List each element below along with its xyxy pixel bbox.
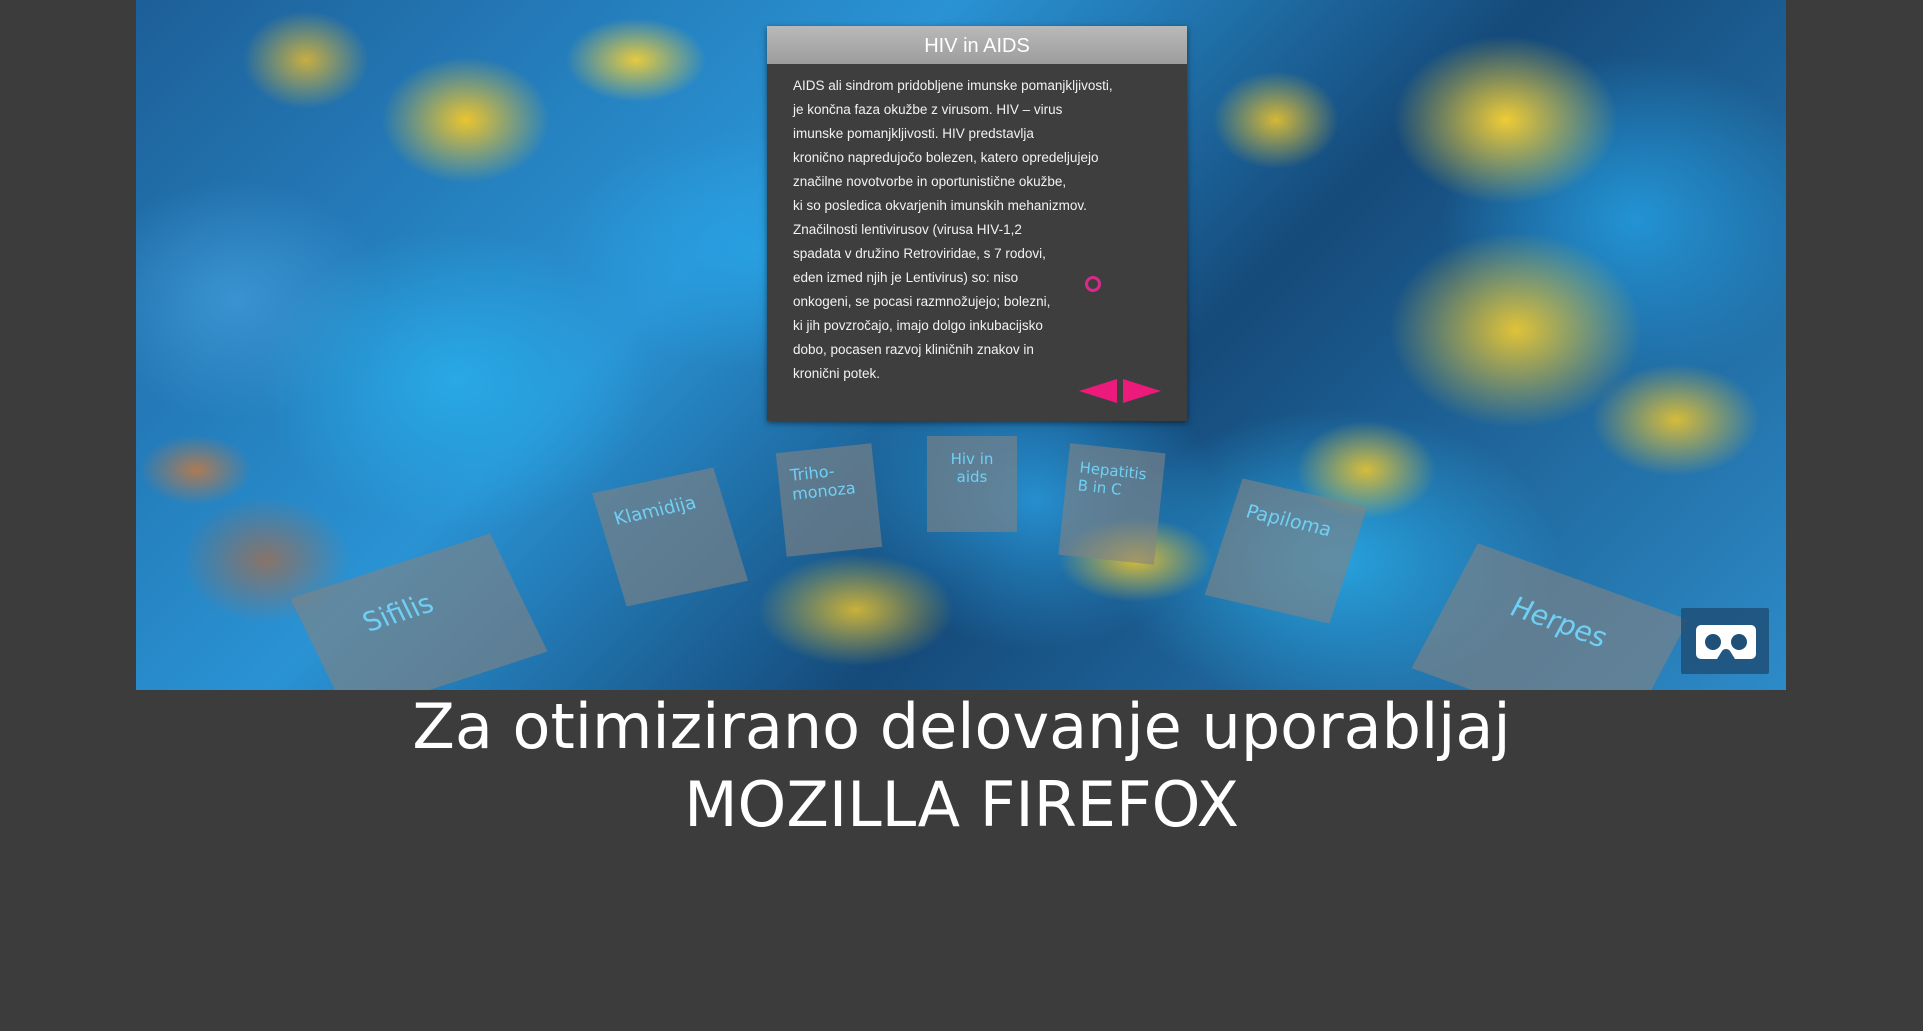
info-panel-line: dobo, pocasen razvoj kliničnih znakov in [793,342,1034,357]
vr-goggles-icon [1696,625,1756,659]
card-hepatitis-b-in-c[interactable]: Hepatitis B in C [1058,443,1166,565]
card-hiv-in-aids[interactable]: Hiv in aids [927,436,1017,532]
gaze-cursor-icon [1085,276,1101,292]
browser-hint-line1: Za otimizirano delovanje uporabljaj [412,690,1511,763]
info-panel-line: značilne novotvorbe in oportunistične ok… [793,174,1067,189]
previous-arrow-icon[interactable] [1079,379,1117,403]
next-arrow-icon[interactable] [1123,379,1161,403]
card-label-line1: Hiv in [950,450,994,468]
info-panel-line: eden izmed njih je Lentivirus) so: niso [793,270,1019,285]
info-panel-title: HIV in AIDS [767,26,1187,64]
info-panel-line: Značilnosti lentivirusov (virusa HIV-1,2 [793,222,1022,237]
card-label: Papiloma [1243,500,1335,542]
info-panel-line: onkogeni, se pocasi razmnožujejo; bolezn… [793,294,1051,309]
info-panel: HIV in AIDS AIDS ali sindrom pridobljene… [767,26,1187,421]
info-panel-line: kronično napredujočo bolezen, katero opr… [793,150,1099,165]
info-panel-body: AIDS ali sindrom pridobljene imunske pom… [767,64,1187,386]
card-papiloma[interactable]: Papiloma [1204,478,1368,624]
browser-hint-line2: MOZILLA FIREFOX [684,768,1239,841]
info-panel-line: AIDS ali sindrom pridobljene imunske pom… [793,78,1113,93]
info-panel-line: ki so posledica okvarjenih imunskih meha… [793,198,1087,213]
card-sifilis[interactable]: Sifilis [290,533,548,690]
info-panel-line: spadata v družino Retroviridae, s 7 rodo… [793,246,1046,261]
vr-scene-viewport[interactable]: HIV in AIDS AIDS ali sindrom pridobljene… [136,0,1786,690]
card-klamidija[interactable]: Klamidija [592,467,748,607]
card-label-line2: aids [956,468,988,486]
card-trihomonoza[interactable]: Triho- monoza [775,443,883,557]
info-panel-line: je končna faza okužbe z virusom. HIV – v… [793,102,1063,117]
card-label: Herpes [1504,590,1614,654]
vr-mode-button[interactable] [1681,608,1769,674]
panel-navigation [1079,379,1161,403]
info-panel-line: ki jih povzročajo, imajo dolgo inkubacij… [793,318,1043,333]
info-panel-line: imunske pomanjkljivosti. HIV predstavlja [793,126,1034,141]
card-herpes[interactable]: Herpes [1411,543,1689,690]
card-label: Sifilis [357,588,439,639]
card-label: Klamidija [611,492,699,530]
